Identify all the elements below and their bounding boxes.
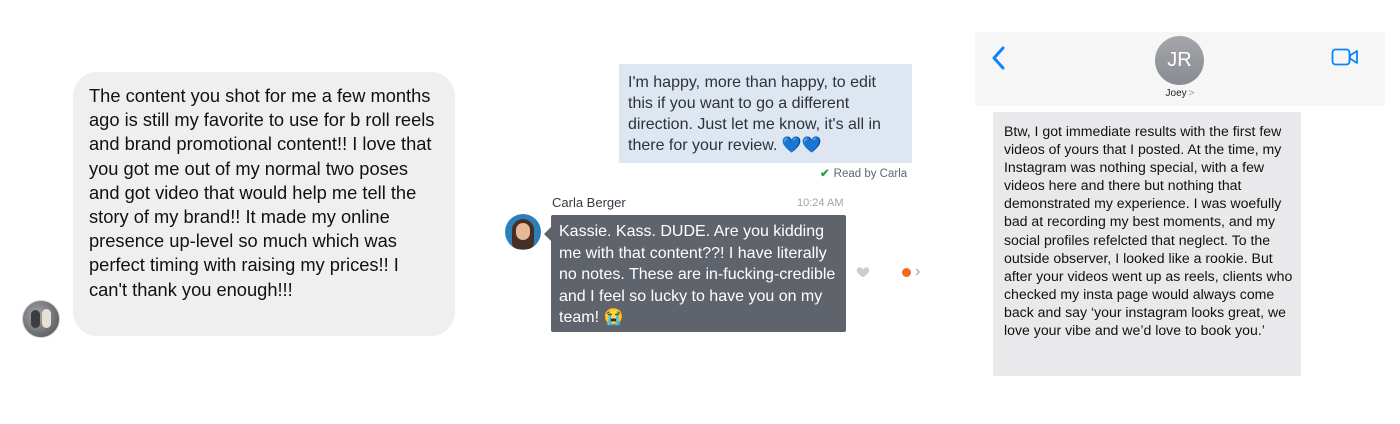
checkmark-icon: ✔ xyxy=(820,168,830,180)
message-bubble-received[interactable]: Btw, I got immediate results with the fi… xyxy=(993,112,1301,376)
avatar-face xyxy=(516,223,530,240)
read-receipt: ✔ Read by Carla xyxy=(820,166,907,180)
video-call-icon[interactable] xyxy=(1331,46,1359,68)
contact-name: Joey xyxy=(1165,88,1187,99)
message-timestamp: 10:24 AM xyxy=(797,197,844,209)
message-bubble-received[interactable]: Kassie. Kass. DUDE. Are you kidding me w… xyxy=(544,215,846,332)
read-receipt-label: Read by Carla xyxy=(833,168,908,180)
sender-name: Carla Berger xyxy=(552,195,626,210)
avatar-figure xyxy=(31,310,40,328)
chevron-right-icon[interactable]: › xyxy=(915,262,920,282)
message-bubble-received[interactable]: The content you shot for me a few months… xyxy=(73,72,455,336)
message-text: The content you shot for me a few months… xyxy=(89,85,435,300)
message-bubble-sent[interactable]: I'm happy, more than happy, to edit this… xyxy=(619,64,912,163)
avatar-initials: JR xyxy=(1167,49,1192,71)
back-chevron-icon[interactable] xyxy=(989,44,1009,72)
contact-avatar[interactable]: JR xyxy=(1155,36,1204,85)
chevron-right-icon: > xyxy=(1188,88,1195,99)
avatar-figure xyxy=(42,309,51,328)
heart-icon[interactable] xyxy=(856,265,870,279)
sender-avatar[interactable] xyxy=(505,214,541,250)
conversation-header: JR Joey > xyxy=(975,32,1385,106)
status-dot-icon xyxy=(902,268,911,277)
message-text: I'm happy, more than happy, to edit this… xyxy=(628,74,881,154)
message-text: Btw, I got immediate results with the fi… xyxy=(1004,123,1293,339)
sender-avatar[interactable] xyxy=(22,300,60,338)
message-text: Kassie. Kass. DUDE. Are you kidding me w… xyxy=(559,223,836,327)
contact-name-row[interactable]: Joey > xyxy=(975,88,1385,99)
